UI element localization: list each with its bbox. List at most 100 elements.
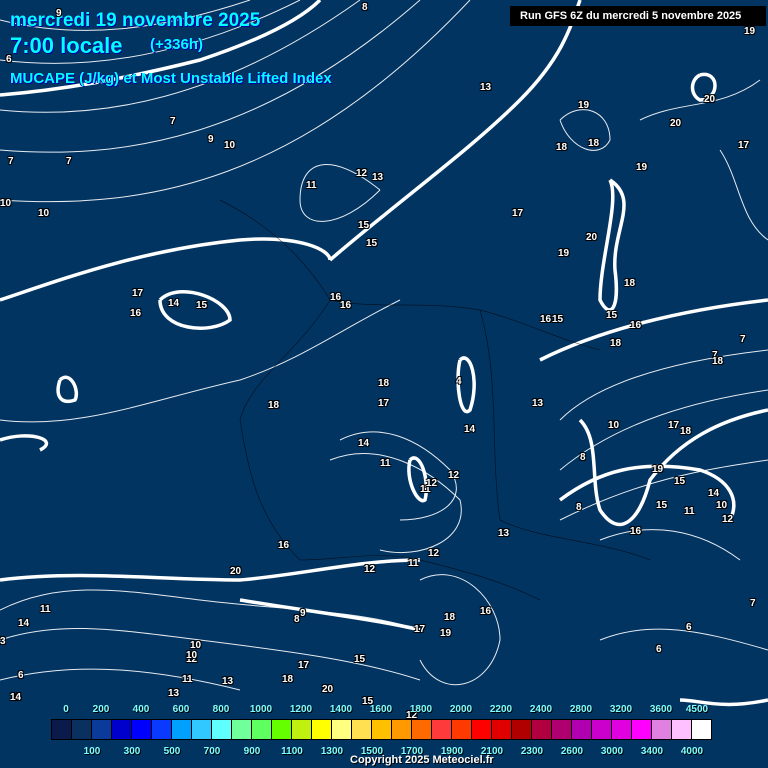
colorbar-swatch	[672, 720, 692, 739]
isoline-label: 12	[356, 168, 368, 179]
isoline-label: 20	[586, 232, 598, 243]
isoline-label: 19	[636, 162, 648, 173]
colorbar-top-label: 2000	[449, 704, 473, 715]
isoline-label: 15	[606, 310, 618, 321]
colorbar-top-label: 1600	[369, 704, 393, 715]
isoline-label: 6	[18, 670, 24, 681]
isoline-label: 13	[222, 676, 234, 687]
isoline-label: 17	[668, 420, 680, 431]
colorbar-top-label: 1800	[409, 704, 433, 715]
isoline-label: 8	[362, 2, 368, 13]
forecast-lead: (+336h)	[150, 36, 203, 53]
isoline-label: 13	[532, 398, 544, 409]
isoline-label: 11	[306, 180, 317, 191]
colorbar-swatch	[52, 720, 72, 739]
isoline-label: 8	[576, 502, 582, 513]
colorbar-swatch	[92, 720, 112, 739]
colorbar-swatch	[692, 720, 711, 739]
colorbar-top-label: 1200	[289, 704, 313, 715]
isoline-label: 18	[680, 426, 692, 437]
colorbar-bottom-label: 3000	[600, 746, 624, 757]
isoline-label: 7	[66, 156, 72, 167]
isoline-label: 11	[380, 458, 391, 469]
colorbar-swatch	[292, 720, 312, 739]
isoline-label: 20	[704, 94, 716, 105]
thin-isolines	[0, 0, 768, 691]
thick-isolines	[0, 0, 768, 707]
isoline-label: 16	[340, 300, 352, 311]
isoline-label: 16	[630, 526, 642, 537]
colorbar-swatch	[492, 720, 512, 739]
isoline-label: 18	[268, 400, 280, 411]
colorbar-swatch	[472, 720, 492, 739]
isoline-label: 16	[540, 314, 552, 325]
isoline-label: 19	[578, 100, 590, 111]
colorbar-swatch	[252, 720, 272, 739]
isoline-label: 13	[498, 528, 510, 539]
colorbar-top-label: 0	[63, 704, 69, 715]
colorbar-bottom-label: 900	[243, 746, 261, 757]
colorbar	[51, 719, 712, 740]
isoline-label: 14	[10, 692, 22, 703]
colorbar-swatch	[212, 720, 232, 739]
isoline-label: 10	[608, 420, 620, 431]
colorbar-swatch	[552, 720, 572, 739]
colorbar-bottom-label: 2600	[560, 746, 584, 757]
isoline-label: 16	[630, 320, 642, 331]
colorbar-bottom-label: 700	[203, 746, 221, 757]
colorbar-swatch	[232, 720, 252, 739]
isoline-label: 17	[378, 398, 390, 409]
colorbar-bottom-label: 1300	[320, 746, 344, 757]
isoline-label: 18	[556, 142, 568, 153]
colorbar-swatch	[152, 720, 172, 739]
isoline-label: 18	[624, 278, 636, 289]
isoline-label: 4	[456, 376, 462, 387]
colorbar-swatch	[612, 720, 632, 739]
colorbar-swatch	[652, 720, 672, 739]
colorbar-top-label: 600	[172, 704, 190, 715]
isoline-label: 9	[300, 608, 306, 619]
isoline-label: 7	[8, 156, 14, 167]
weather-map: mercredi 19 novembre 2025 7:00 locale (+…	[0, 0, 768, 768]
isoline-label: 14	[708, 488, 720, 499]
colorbar-swatch	[592, 720, 612, 739]
isoline-label: 11	[408, 558, 419, 569]
colorbar-swatch	[412, 720, 432, 739]
colorbar-swatch	[432, 720, 452, 739]
isoline-label: 12	[428, 548, 440, 559]
colorbar-bottom-label: 300	[123, 746, 141, 757]
colorbar-top-label: 2800	[569, 704, 593, 715]
colorbar-top-label: 1000	[249, 704, 273, 715]
isoline-label: 8	[294, 614, 300, 625]
colorbar-bottom-label: 3400	[640, 746, 664, 757]
isoline-label: 10	[224, 140, 236, 151]
isoline-label: 16	[278, 540, 290, 551]
colorbar-bottom-label: 2300	[520, 746, 544, 757]
isoline-label: 8	[580, 452, 586, 463]
colorbar-top-label: 3200	[609, 704, 633, 715]
isoline-label: 10	[0, 198, 12, 209]
colorbar-top-label: 1400	[329, 704, 353, 715]
isoline-label: 14	[168, 298, 180, 309]
isoline-label: 14	[464, 424, 476, 435]
colorbar-top-label: 3600	[649, 704, 673, 715]
isoline-label: 20	[230, 566, 242, 577]
isoline-label: 16	[130, 308, 142, 319]
colorbar-bottom-label: 500	[163, 746, 181, 757]
colorbar-top-label: 200	[92, 704, 110, 715]
colorbar-swatch	[572, 720, 592, 739]
isoline-label: 7	[170, 116, 176, 127]
isoline-label: 18	[378, 378, 390, 389]
isoline-label: 10	[716, 500, 728, 511]
colorbar-top-label: 4500	[685, 704, 709, 715]
colorbar-top-label: 400	[132, 704, 150, 715]
colorbar-swatch	[312, 720, 332, 739]
isoline-label: 19	[744, 26, 756, 37]
isoline-label: 15	[196, 300, 208, 311]
isoline-label: 15	[358, 220, 370, 231]
colorbar-swatch	[352, 720, 372, 739]
isoline-label: 13	[168, 688, 180, 699]
isoline-label: 18	[610, 338, 622, 349]
isoline-label: 11	[182, 674, 193, 685]
isoline-label: 20	[670, 118, 682, 129]
